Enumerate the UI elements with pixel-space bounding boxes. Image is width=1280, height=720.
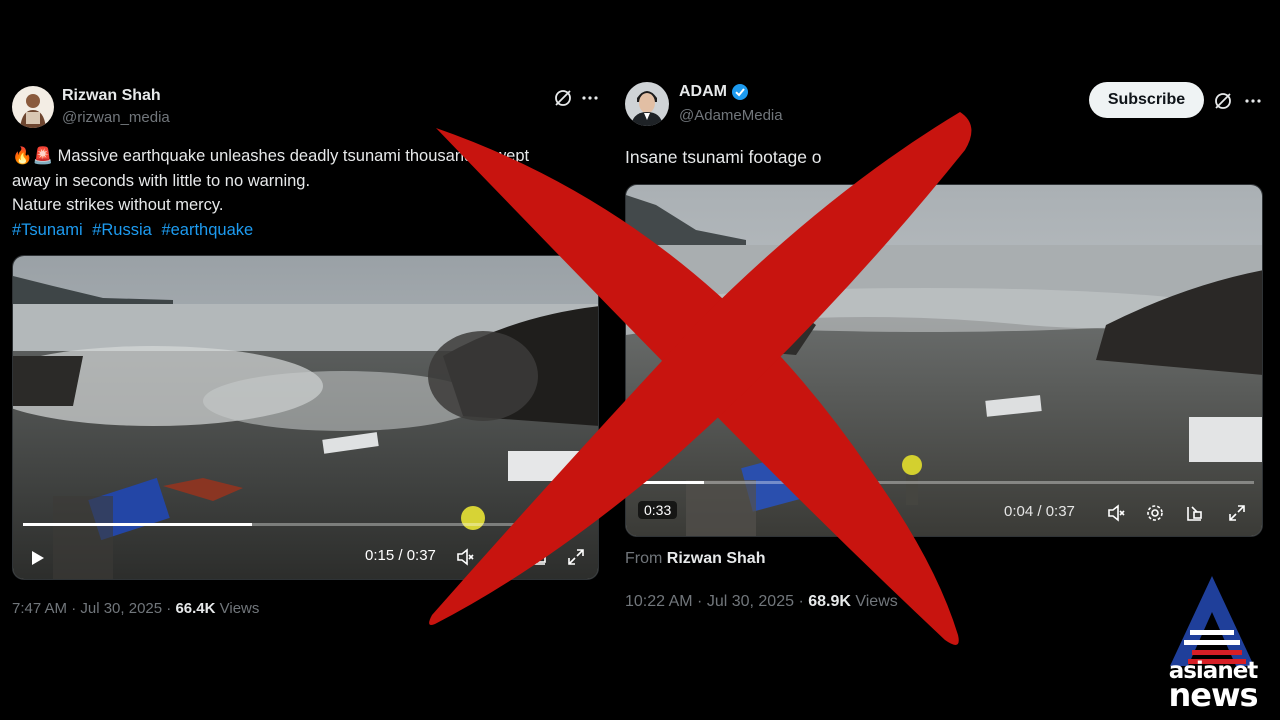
hashtag-link[interactable]: #earthquake xyxy=(161,221,253,239)
tweet-right: ADAM @AdameMedia Subscribe Insane tsunam… xyxy=(612,78,1280,638)
tweet-text-line: 🔥🚨 Massive earthquake unleashes deadly t… xyxy=(12,147,530,165)
tweet-meta: 10:22 AM · Jul 30, 2025 · 68.9K Views xyxy=(625,593,898,611)
duration-badge: 0:33 xyxy=(638,501,678,519)
video-player[interactable]: 0:15 / 0:37 xyxy=(12,255,599,580)
pip-icon[interactable] xyxy=(1185,503,1205,523)
grok-icon[interactable] xyxy=(1212,90,1234,112)
quote-source[interactable]: From Rizwan Shah xyxy=(625,550,765,568)
tweet-left: Rizwan Shah @rizwan_media 🔥🚨 Massive ear… xyxy=(0,78,612,638)
logo-text-news: news xyxy=(1168,676,1258,714)
fullscreen-icon[interactable] xyxy=(1227,503,1247,523)
author-name[interactable]: ADAM xyxy=(679,83,749,101)
hashtag-link[interactable]: #Russia xyxy=(92,221,152,239)
tweet-timestamp[interactable]: 10:22 AM · Jul 30, 2025 · xyxy=(625,593,808,610)
tweet-text: Insane tsunami footage o xyxy=(625,147,822,167)
hashtag-link[interactable]: #Tsunami xyxy=(12,221,83,239)
avatar[interactable] xyxy=(625,82,669,126)
views-label: Views xyxy=(215,600,260,617)
verified-badge-icon xyxy=(731,83,749,101)
tweet-text-line: Nature strikes without mercy. xyxy=(12,196,224,214)
tweet-timestamp[interactable]: 7:47 AM · Jul 30, 2025 · xyxy=(12,600,175,617)
tweet-text-line: away in seconds with little to no warnin… xyxy=(12,171,311,190)
author-name-text: ADAM xyxy=(679,83,727,100)
progress-fill xyxy=(636,481,704,484)
mute-icon[interactable] xyxy=(455,547,475,567)
settings-icon[interactable] xyxy=(492,547,512,567)
more-icon[interactable] xyxy=(579,87,601,109)
pip-icon[interactable] xyxy=(529,547,549,567)
settings-icon[interactable] xyxy=(1145,503,1165,523)
avatar[interactable] xyxy=(12,86,54,128)
duration-text: 0:33 xyxy=(644,502,672,518)
progress-fill xyxy=(23,523,253,526)
grok-icon[interactable] xyxy=(552,87,574,109)
progress-track[interactable] xyxy=(23,523,589,526)
views-label: Views xyxy=(850,593,898,610)
views-count: 68.9K xyxy=(808,593,851,610)
from-name[interactable]: Rizwan Shah xyxy=(667,550,766,567)
tweet-meta: 7:47 AM · Jul 30, 2025 · 66.4K Views xyxy=(12,600,259,617)
video-time: 0:04 / 0:37 xyxy=(1004,503,1075,520)
hashtag-list: #Tsunami #Russia #earthquake xyxy=(12,218,602,243)
more-icon[interactable] xyxy=(1242,90,1264,112)
author-handle[interactable]: @rizwan_media xyxy=(62,109,170,126)
video-frame xyxy=(13,256,598,579)
fullscreen-icon[interactable] xyxy=(566,547,586,567)
video-player[interactable]: 0:33 0:04 / 0:37 xyxy=(625,184,1263,537)
from-label: From xyxy=(625,550,667,567)
views-count: 66.4K xyxy=(175,600,216,617)
tweet-text: 🔥🚨 Massive earthquake unleashes deadly t… xyxy=(12,144,602,242)
play-icon[interactable] xyxy=(27,548,47,568)
progress-track[interactable] xyxy=(636,481,1254,484)
author-name[interactable]: Rizwan Shah xyxy=(62,87,161,105)
video-time: 0:15 / 0:37 xyxy=(365,547,436,564)
subscribe-button[interactable]: Subscribe xyxy=(1089,82,1204,118)
video-frame xyxy=(626,185,1262,536)
author-handle[interactable]: @AdameMedia xyxy=(679,107,783,124)
mute-icon[interactable] xyxy=(1106,503,1126,523)
